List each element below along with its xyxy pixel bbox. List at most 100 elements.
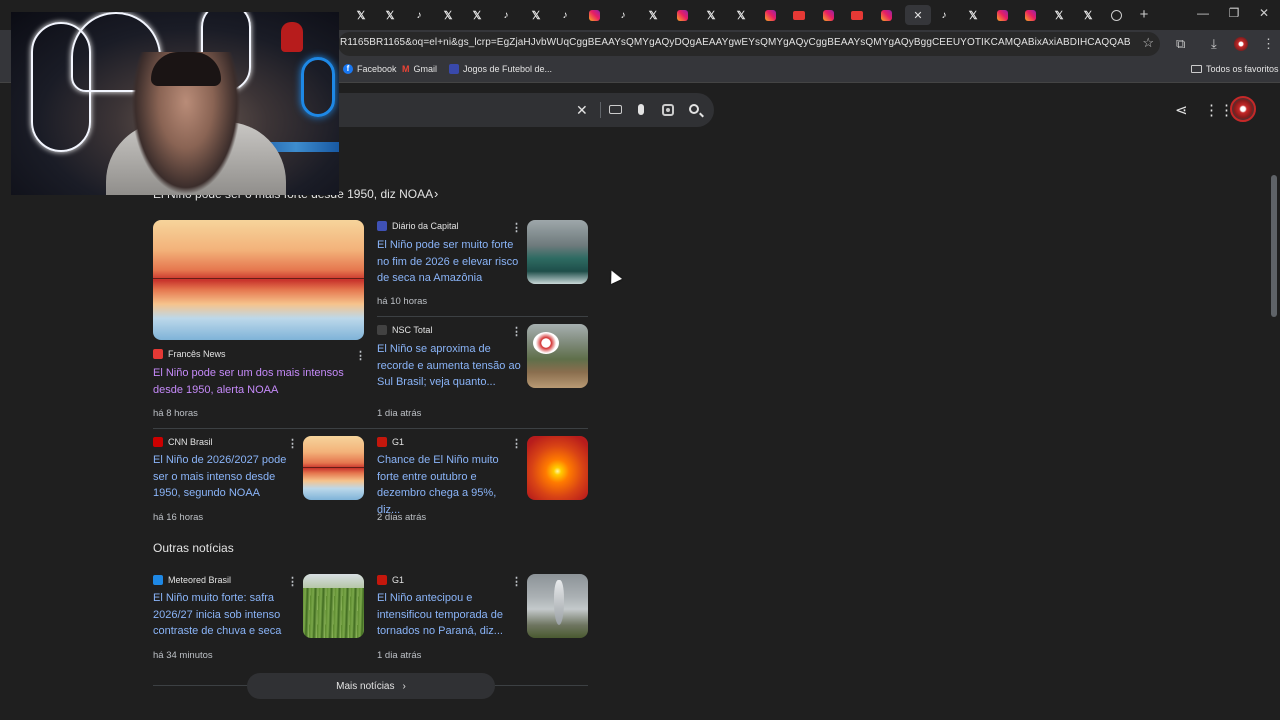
- news-title[interactable]: El Niño muito forte: safra 2026/27 inici…: [153, 590, 298, 640]
- news-thumbnail-tornado[interactable]: [527, 574, 588, 638]
- page-scrollbar[interactable]: [1271, 175, 1277, 317]
- person-hair: [151, 52, 221, 86]
- more-options-icon[interactable]: ⋮: [511, 325, 522, 338]
- globe-icon: [1110, 9, 1122, 21]
- news-thumbnail-heatmap[interactable]: [303, 436, 364, 500]
- tab-instagram[interactable]: [991, 5, 1013, 25]
- news-time: há 10 horas: [377, 296, 428, 307]
- x-icon: 𝕏: [1083, 9, 1093, 22]
- tab-active-close[interactable]: ✕: [905, 5, 931, 25]
- source-logo-icon: [377, 437, 387, 447]
- tab-x[interactable]: 𝕏: [962, 5, 984, 25]
- news-source: Diário da Capital: [377, 221, 459, 231]
- news-source: Meteored Brasil: [153, 575, 231, 585]
- bookmark-jogos[interactable]: Jogos de Futebol de...: [449, 64, 552, 74]
- google-lens-icon[interactable]: [662, 104, 674, 116]
- tab-youtube[interactable]: [788, 5, 810, 25]
- tab-instagram[interactable]: [671, 5, 693, 25]
- more-options-icon[interactable]: ⋮: [355, 349, 366, 362]
- news-thumbnail-sun[interactable]: [527, 436, 588, 500]
- all-bookmarks[interactable]: Todos os favoritos: [1191, 64, 1279, 74]
- tab-instagram[interactable]: [583, 5, 605, 25]
- more-options-icon[interactable]: ⋮: [511, 437, 522, 450]
- tab-x[interactable]: 𝕏: [437, 5, 459, 25]
- news-title[interactable]: El Niño se aproxima de recorde e aumenta…: [377, 341, 522, 391]
- tab-x[interactable]: 𝕏: [350, 5, 372, 25]
- more-options-icon[interactable]: ⋮: [511, 575, 522, 588]
- restore-button[interactable]: ❐: [1227, 6, 1241, 20]
- more-options-icon[interactable]: ⋮: [287, 437, 298, 450]
- more-options-icon[interactable]: ⋮: [511, 221, 522, 234]
- news-title[interactable]: El Niño antecipou e intensificou tempora…: [377, 590, 522, 640]
- tab-x[interactable]: 𝕏: [1048, 5, 1070, 25]
- news-title[interactable]: El Niño pode ser um dos mais intensos de…: [153, 365, 358, 398]
- news-thumbnail-crop[interactable]: [303, 574, 364, 638]
- news-source: G1: [377, 437, 404, 447]
- minimize-button[interactable]: —: [1196, 6, 1210, 20]
- source-name: CNN Brasil: [168, 437, 213, 447]
- news-thumbnail-flood[interactable]: [527, 324, 588, 388]
- source-name: NSC Total: [392, 325, 433, 335]
- profile-avatar[interactable]: [1234, 37, 1248, 51]
- tab-tiktok[interactable]: ♪: [408, 5, 430, 25]
- divider: [377, 316, 588, 317]
- tab-tiktok[interactable]: ♪: [933, 5, 955, 25]
- tab-x[interactable]: 𝕏: [466, 5, 488, 25]
- tab-instagram[interactable]: [817, 5, 839, 25]
- share-icon[interactable]: ⋖: [1175, 101, 1188, 119]
- bookmark-gmail[interactable]: M Gmail: [402, 64, 437, 74]
- tab-x[interactable]: 𝕏: [525, 5, 547, 25]
- tab-x[interactable]: 𝕏: [730, 5, 752, 25]
- more-options-icon[interactable]: ⋮: [287, 575, 298, 588]
- search-bar[interactable]: ✕: [300, 93, 714, 127]
- close-icon[interactable]: ✕: [913, 9, 922, 22]
- tab-instagram[interactable]: [1019, 5, 1041, 25]
- bookmark-label: Facebook: [357, 64, 397, 74]
- source-name: Meteored Brasil: [168, 575, 232, 585]
- tab-tiktok[interactable]: ♪: [495, 5, 517, 25]
- news-time: há 16 horas: [153, 512, 204, 523]
- tab-x[interactable]: 𝕏: [1077, 5, 1099, 25]
- menu-kebab-icon[interactable]: ⋮: [1262, 36, 1275, 52]
- x-icon: 𝕏: [1054, 9, 1064, 22]
- news-source: Francês News: [153, 349, 226, 359]
- more-news-button[interactable]: Mais notícias ›: [247, 673, 495, 699]
- x-icon: 𝕏: [443, 9, 453, 22]
- tab-x[interactable]: 𝕏: [642, 5, 664, 25]
- news-title[interactable]: El Niño pode ser muito forte no fim de 2…: [377, 237, 522, 287]
- x-icon: 𝕏: [706, 9, 716, 22]
- download-icon[interactable]: ⤓: [1211, 36, 1217, 52]
- source-logo-icon: [153, 349, 163, 359]
- new-tab-button[interactable]: +: [1136, 5, 1152, 25]
- clear-search-icon[interactable]: ✕: [576, 102, 588, 119]
- tab-x[interactable]: 𝕏: [379, 5, 401, 25]
- keyboard-icon[interactable]: [609, 105, 622, 114]
- tab-youtube[interactable]: [846, 5, 868, 25]
- chevron-right-icon[interactable]: ›: [434, 186, 438, 201]
- instagram-icon: [1024, 9, 1036, 21]
- news-source: CNN Brasil: [153, 437, 213, 447]
- news-title[interactable]: Chance de El Niño muito forte entre outu…: [377, 452, 522, 518]
- address-bar[interactable]: R1165BR1165&oq=el+ni&gs_lcrp=EgZjaHJvbWU…: [338, 32, 1160, 56]
- news-thumbnail-wave[interactable]: [527, 220, 588, 284]
- tab-tiktok[interactable]: ♪: [612, 5, 634, 25]
- bookmark-star-icon[interactable]: ☆: [1142, 35, 1154, 51]
- news-source: G1: [377, 575, 404, 585]
- facebook-icon: f: [343, 64, 353, 74]
- instagram-icon: [676, 9, 688, 21]
- microphone-icon[interactable]: [638, 104, 644, 115]
- extensions-icon[interactable]: ⧉: [1176, 36, 1185, 52]
- tab-tiktok[interactable]: ♪: [554, 5, 576, 25]
- tab-x[interactable]: 𝕏: [700, 5, 722, 25]
- tab-globe[interactable]: [1105, 5, 1127, 25]
- url-text[interactable]: R1165BR1165&oq=el+ni&gs_lcrp=EgZjaHJvbWU…: [340, 37, 1130, 48]
- news-title[interactable]: El Niño de 2026/2027 pode ser o mais int…: [153, 452, 298, 502]
- tiktok-icon: ♪: [562, 9, 568, 21]
- tab-instagram[interactable]: [875, 5, 897, 25]
- news-thumbnail-heatmap[interactable]: [153, 220, 364, 340]
- account-avatar[interactable]: [1230, 96, 1256, 122]
- tab-instagram[interactable]: [759, 5, 781, 25]
- window-close-button[interactable]: ✕: [1257, 6, 1271, 20]
- search-icon[interactable]: [689, 104, 699, 114]
- bookmark-facebook[interactable]: f Facebook: [343, 64, 397, 74]
